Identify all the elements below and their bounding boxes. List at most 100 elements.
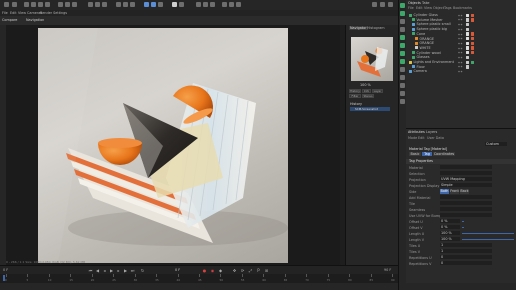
select-icon[interactable]	[24, 2, 29, 7]
spline-icon[interactable]	[123, 2, 128, 7]
visibility-dots-icon[interactable]	[458, 70, 463, 73]
guide-icon[interactable]	[400, 99, 405, 104]
attribute-field[interactable]: 0	[440, 261, 492, 266]
attribute-field[interactable]: 100 %	[440, 231, 460, 236]
attribute-slider[interactable]	[462, 220, 464, 222]
current-frame[interactable]: 0 F	[175, 268, 180, 272]
attribute-field[interactable]: 1	[440, 243, 492, 248]
objects-menu-edit[interactable]: Edit	[416, 6, 423, 10]
axis-x-icon[interactable]	[58, 2, 63, 7]
section-header[interactable]: Tag Properties	[406, 159, 516, 164]
tab-take[interactable]: Take	[422, 1, 430, 5]
object-tag-icon[interactable]	[466, 18, 470, 22]
objects-menu-view[interactable]: View	[424, 6, 432, 10]
prev-key-icon[interactable]: ◀	[95, 268, 100, 273]
edges-icon[interactable]	[400, 51, 405, 56]
attribute-slider[interactable]	[462, 232, 514, 234]
render-view-icon[interactable]	[88, 2, 93, 7]
attribute-field[interactable]	[440, 165, 492, 170]
key-scale-icon[interactable]: ⤢	[248, 268, 253, 273]
side-option-button[interactable]: Front	[450, 189, 459, 194]
object-tag-icon[interactable]	[471, 13, 475, 17]
object-tag-icon[interactable]	[466, 32, 470, 36]
move-icon[interactable]	[31, 2, 36, 7]
object-tag-icon[interactable]	[466, 51, 470, 55]
object-tag-icon[interactable]	[471, 60, 475, 64]
object-tag-icon[interactable]	[466, 65, 470, 69]
side-option-button[interactable]: Back	[460, 189, 469, 194]
objects-menu-bookmarks[interactable]: Bookmarks	[453, 6, 472, 10]
history-entry[interactable]: SCM-Screenshot	[350, 107, 390, 111]
next-frame-icon[interactable]: ▸	[116, 268, 121, 273]
visibility-dots-icon[interactable]	[458, 28, 463, 31]
object-tag-icon[interactable]	[466, 55, 470, 60]
object-tag-icon[interactable]	[466, 41, 470, 46]
objects-menu-tags[interactable]: Tags	[444, 6, 452, 10]
object-name[interactable]: WHITE	[420, 46, 431, 50]
key-rotation-icon[interactable]: ⟳	[240, 268, 245, 273]
attribute-field[interactable]	[440, 207, 492, 212]
object-tag-icon[interactable]	[466, 27, 470, 31]
object-tag-icon[interactable]	[471, 37, 475, 41]
attribute-field[interactable]: 1	[440, 249, 492, 254]
visibility-dots-icon[interactable]	[458, 18, 463, 21]
render-picture-viewer-icon[interactable]	[95, 2, 100, 7]
object-tag-icon[interactable]	[471, 51, 475, 55]
key-pla-icon[interactable]: ⊞	[264, 268, 269, 273]
polygons-mode-icon[interactable]	[210, 2, 215, 7]
snap-icon[interactable]	[222, 2, 227, 7]
navigation-button[interactable]: Navigation	[26, 18, 44, 22]
key-param-icon[interactable]: P	[256, 268, 261, 273]
menu-item[interactable]: View	[18, 11, 26, 15]
field-icon[interactable]	[151, 2, 156, 7]
uv-mode-icon[interactable]	[400, 67, 405, 72]
object-tag-icon[interactable]	[466, 37, 470, 41]
object-name[interactable]: Cone	[417, 32, 426, 36]
light-icon[interactable]	[179, 2, 184, 7]
info-button[interactable]: Info	[362, 89, 371, 93]
visibility-dots-icon[interactable]	[458, 47, 463, 50]
quantize-icon[interactable]	[400, 91, 405, 96]
attribute-field[interactable]: UVW Mapping	[440, 177, 492, 182]
generator-icon[interactable]	[130, 2, 135, 7]
solo-icon[interactable]	[400, 75, 405, 80]
object-name[interactable]: ORANGE	[420, 41, 435, 45]
filter-button[interactable]: Filter	[349, 94, 361, 98]
camera-icon[interactable]	[172, 2, 177, 7]
redo-icon[interactable]	[12, 2, 17, 7]
model-mode-icon[interactable]	[400, 11, 405, 16]
axis-y-icon[interactable]	[65, 2, 70, 7]
attribute-field[interactable]: Simple	[440, 183, 492, 188]
object-name[interactable]: Lights and Environment	[414, 60, 454, 64]
objects-menu-file[interactable]: File	[408, 6, 414, 10]
object-tag-icon[interactable]	[466, 13, 470, 17]
key-select-icon[interactable]: ◆	[218, 268, 223, 273]
visibility-dots-icon[interactable]	[458, 33, 463, 36]
object-name[interactable]: ORANGE	[420, 37, 435, 41]
attribute-slider[interactable]	[462, 226, 464, 228]
object-name[interactable]: Camera	[414, 69, 427, 73]
stereo-button[interactable]: Stereo	[362, 94, 374, 98]
object-tag-icon[interactable]	[471, 46, 475, 50]
attr-menu-mode[interactable]: Mode	[408, 136, 417, 140]
axis-z-icon[interactable]	[72, 2, 77, 7]
layout-icon[interactable]	[380, 2, 385, 7]
attribute-field[interactable]	[440, 201, 492, 206]
frame-start[interactable]: 0 F	[3, 268, 8, 272]
undo-icon[interactable]	[4, 2, 9, 7]
object-name[interactable]: Cylinder wood	[417, 51, 441, 55]
menu-item[interactable]: Edit	[10, 11, 17, 15]
polygons-icon[interactable]	[400, 59, 405, 64]
points-mode-icon[interactable]	[196, 2, 201, 7]
loop-icon[interactable]: ↻	[140, 268, 145, 273]
subtab-basic[interactable]: Basic	[409, 152, 421, 157]
visibility-dots-icon[interactable]	[458, 51, 463, 54]
object-name[interactable]: Glasses	[417, 55, 430, 59]
visibility-dots-icon[interactable]	[458, 23, 463, 26]
key-position-icon[interactable]: ✥	[232, 268, 237, 273]
tweak-mode-icon[interactable]	[400, 35, 405, 40]
workplane-icon[interactable]	[229, 2, 234, 7]
deformer-icon[interactable]	[144, 2, 149, 7]
next-key-icon[interactable]: ▶	[123, 268, 128, 273]
object-tag-icon[interactable]	[471, 18, 475, 22]
